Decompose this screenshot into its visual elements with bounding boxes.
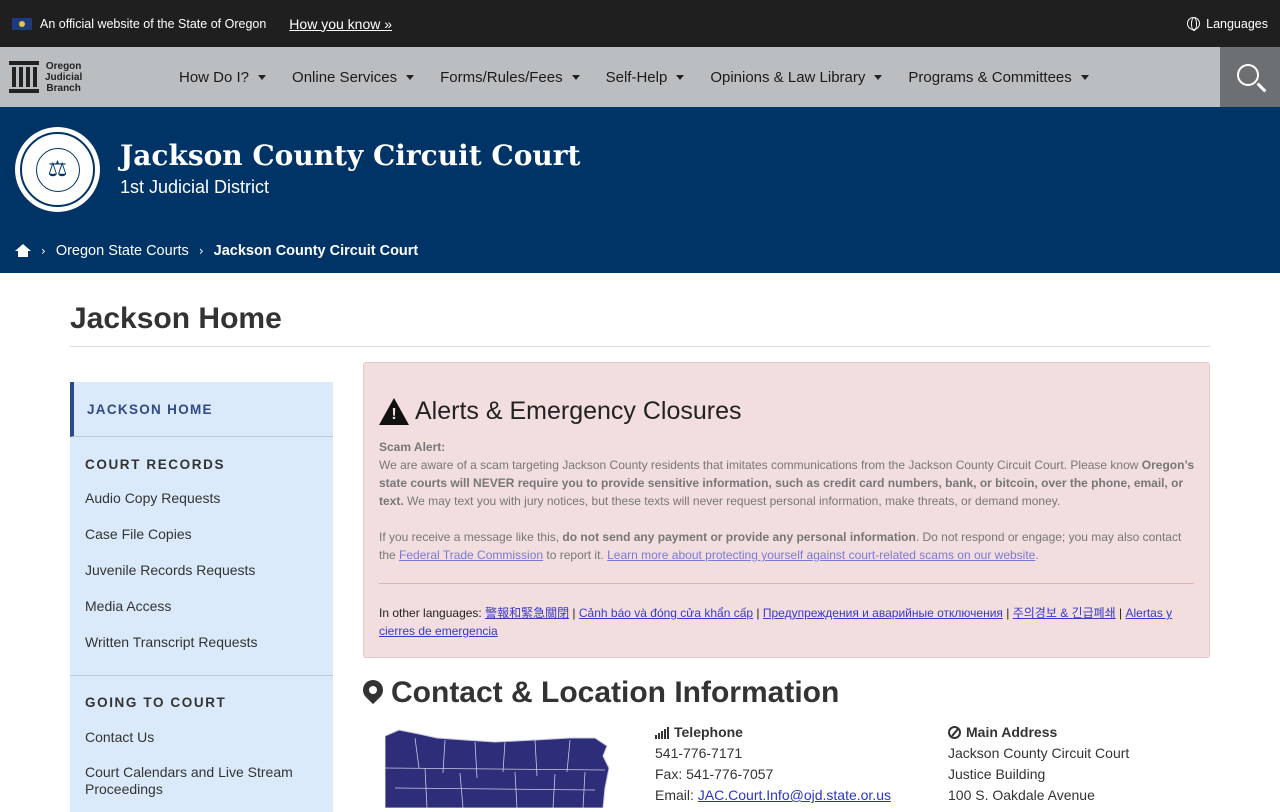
nav-menu: How Do I? Online Services Forms/Rules/Fe… <box>166 69 1102 86</box>
warning-icon <box>379 398 409 425</box>
page-title: Jackson Home <box>70 302 282 335</box>
chevron-right-icon: › <box>41 244 46 258</box>
fax-number: Fax: 541-776-7057 <box>655 766 774 782</box>
chevron-down-icon <box>258 74 267 80</box>
search-icon <box>1237 64 1259 86</box>
learn-more-link[interactable]: Learn more about protecting yourself aga… <box>607 548 1035 562</box>
breadcrumb: › Oregon State Courts › Jackson County C… <box>15 243 418 259</box>
sidebar-item-contact-us[interactable]: Contact Us <box>70 723 333 759</box>
address-block: Main Address Jackson County Circuit Cour… <box>948 722 1129 806</box>
sidebar-section-going-to-court: GOING TO COURT <box>85 695 227 710</box>
sidebar-item-media-access[interactable]: Media Access <box>70 592 333 628</box>
sidebar-item-jackson-home[interactable]: JACKSON HOME <box>70 382 333 437</box>
phone-number: 541-776-7171 <box>655 745 743 761</box>
court-title: Jackson County Circuit Court <box>120 139 581 172</box>
scam-alert-text: Scam Alert: We are aware of a scam targe… <box>379 440 1195 562</box>
breadcrumb-oregon-state-courts[interactable]: Oregon State Courts <box>56 243 189 259</box>
chevron-down-icon <box>571 74 580 80</box>
address-line: Jackson County Circuit Court <box>948 745 1130 761</box>
chevron-down-icon <box>874 74 883 80</box>
nav-item-how-do-i[interactable]: How Do I? <box>166 69 279 86</box>
address-line: Justice Building <box>948 766 1046 782</box>
languages-label: Languages <box>1206 16 1268 31</box>
ojb-logo[interactable]: Oregon Judicial Branch <box>9 61 159 94</box>
court-subtitle: 1st Judicial District <box>120 177 270 197</box>
lang-link-russian[interactable]: Предупреждения и аварийные отключения <box>763 606 1003 620</box>
signal-icon <box>655 726 669 739</box>
lang-link-korean[interactable]: 주의경보 & 긴급폐쇄 <box>1013 606 1116 620</box>
alerts-panel: Alerts & Emergency Closures Scam Alert: … <box>363 362 1210 658</box>
scales-icon: ⚖ <box>35 147 80 192</box>
telephone-label: Telephone <box>674 724 743 740</box>
sidebar-item-juvenile-records-requests[interactable]: Juvenile Records Requests <box>70 556 333 592</box>
nav-item-forms-rules-fees[interactable]: Forms/Rules/Fees <box>427 69 593 86</box>
official-text: An official website of the State of Oreg… <box>40 16 267 31</box>
ftc-link[interactable]: Federal Trade Commission <box>399 548 543 562</box>
address-line: 100 S. Oakdale Avenue <box>948 787 1095 803</box>
nav-item-programs-committees[interactable]: Programs & Committees <box>895 69 1101 86</box>
compass-icon <box>948 726 961 739</box>
sidebar-section-court-records: COURT RECORDS <box>85 457 226 472</box>
contact-heading: Contact & Location Information <box>363 676 839 710</box>
oregon-county-map[interactable] <box>385 728 615 808</box>
how-you-know-link[interactable]: How you know » <box>289 16 392 32</box>
main-nav: Oregon Judicial Branch How Do I? Online … <box>0 47 1280 107</box>
email-link[interactable]: JAC.Court.Info@ojd.state.or.us <box>698 787 891 803</box>
breadcrumb-current: Jackson County Circuit Court <box>213 243 419 259</box>
pillar-icon <box>9 61 39 93</box>
lang-link-vietnamese[interactable]: Cảnh báo và đóng cửa khẩn cấp <box>579 606 753 620</box>
oregon-flag-icon <box>12 17 32 30</box>
search-button[interactable] <box>1220 47 1280 107</box>
other-languages: In other languages: 警報和緊急關閉 | Cảnh báo v… <box>379 606 1173 638</box>
address-label: Main Address <box>966 724 1058 740</box>
court-header: ⚖ Jackson County Circuit Court 1st Judic… <box>0 107 1280 273</box>
ojb-brand-text: Oregon Judicial Branch <box>45 60 83 94</box>
lang-link-chinese[interactable]: 警報和緊急關閉 <box>485 606 569 620</box>
map-marker-icon <box>363 678 383 708</box>
languages-button[interactable]: Languages <box>1187 17 1268 31</box>
nav-item-online-services[interactable]: Online Services <box>279 69 427 86</box>
divider <box>70 346 1210 347</box>
judicial-department-seal: ⚖ <box>15 127 100 212</box>
home-icon[interactable] <box>15 244 31 258</box>
telephone-block: Telephone 541-776-7171 Fax: 541-776-7057… <box>655 722 891 806</box>
alerts-heading: Alerts & Emergency Closures <box>379 397 1194 426</box>
official-banner: An official website of the State of Oreg… <box>0 0 1280 47</box>
email-label: Email: <box>655 787 698 803</box>
sidebar-item-audio-copy-requests[interactable]: Audio Copy Requests <box>70 484 333 520</box>
divider <box>379 583 1194 584</box>
sidebar-item-court-calendars[interactable]: Court Calendars and Live Stream Proceedi… <box>70 759 333 799</box>
chevron-right-icon: › <box>198 244 204 258</box>
chevron-down-icon <box>406 74 415 80</box>
nav-item-self-help[interactable]: Self-Help <box>593 69 698 86</box>
sidebar: JACKSON HOME COURT RECORDS Audio Copy Re… <box>70 382 333 812</box>
chevron-down-icon <box>1080 74 1089 80</box>
nav-item-opinions-law-library[interactable]: Opinions & Law Library <box>697 69 895 86</box>
chevron-down-icon <box>676 74 685 80</box>
sidebar-item-written-transcript-requests[interactable]: Written Transcript Requests <box>70 628 333 664</box>
sidebar-item-case-file-copies[interactable]: Case File Copies <box>70 520 333 556</box>
globe-icon <box>1187 17 1201 31</box>
